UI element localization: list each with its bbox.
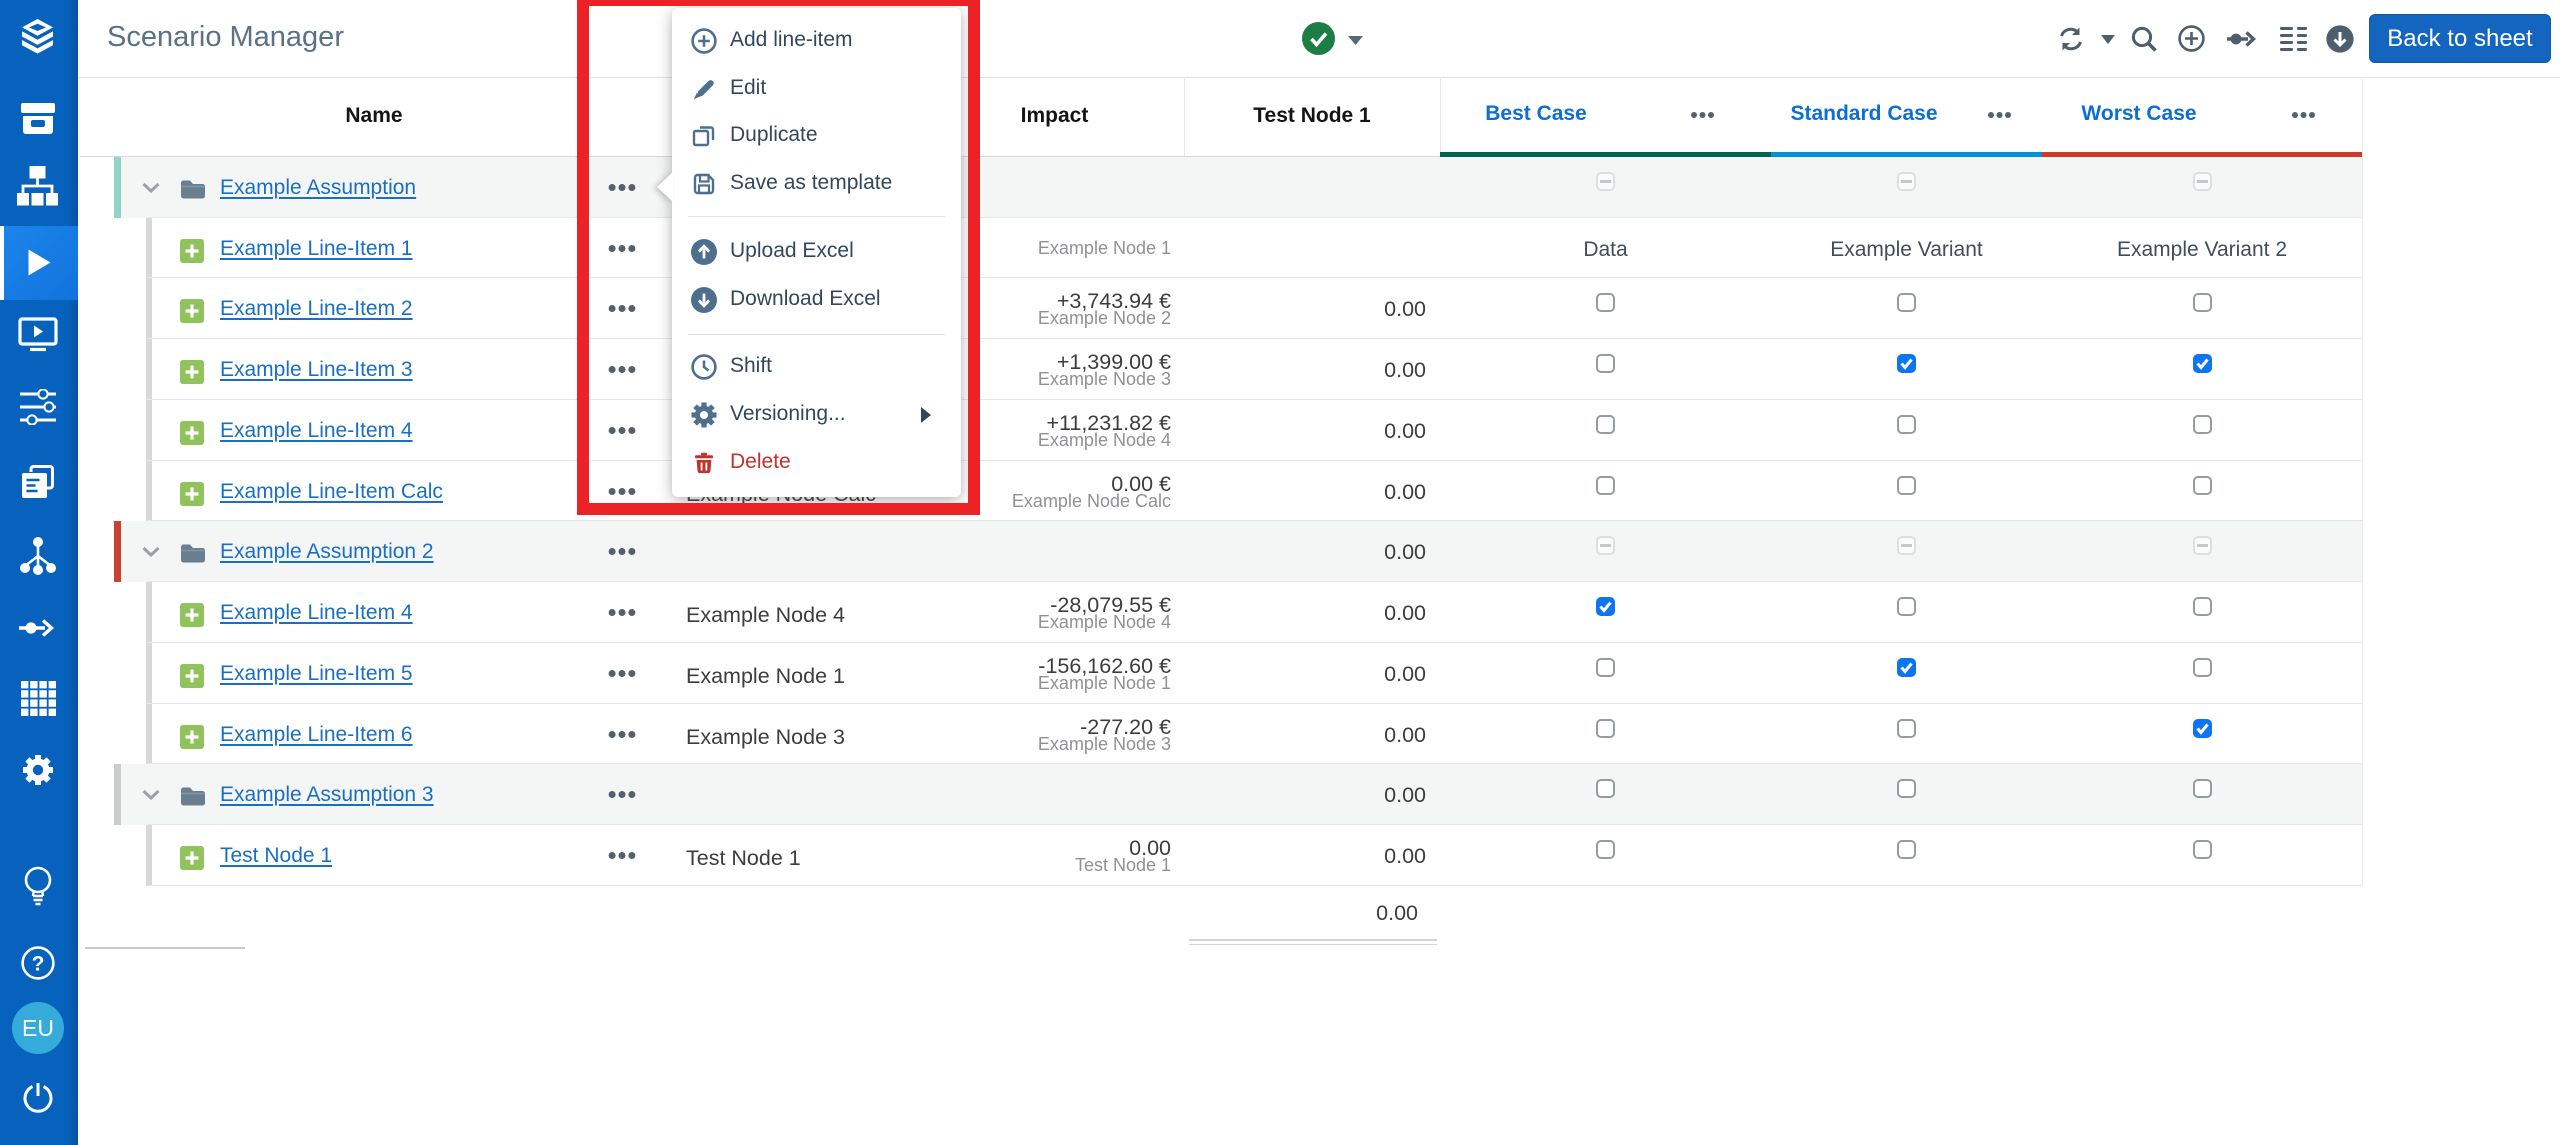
svg-text:?: ? — [32, 953, 45, 976]
